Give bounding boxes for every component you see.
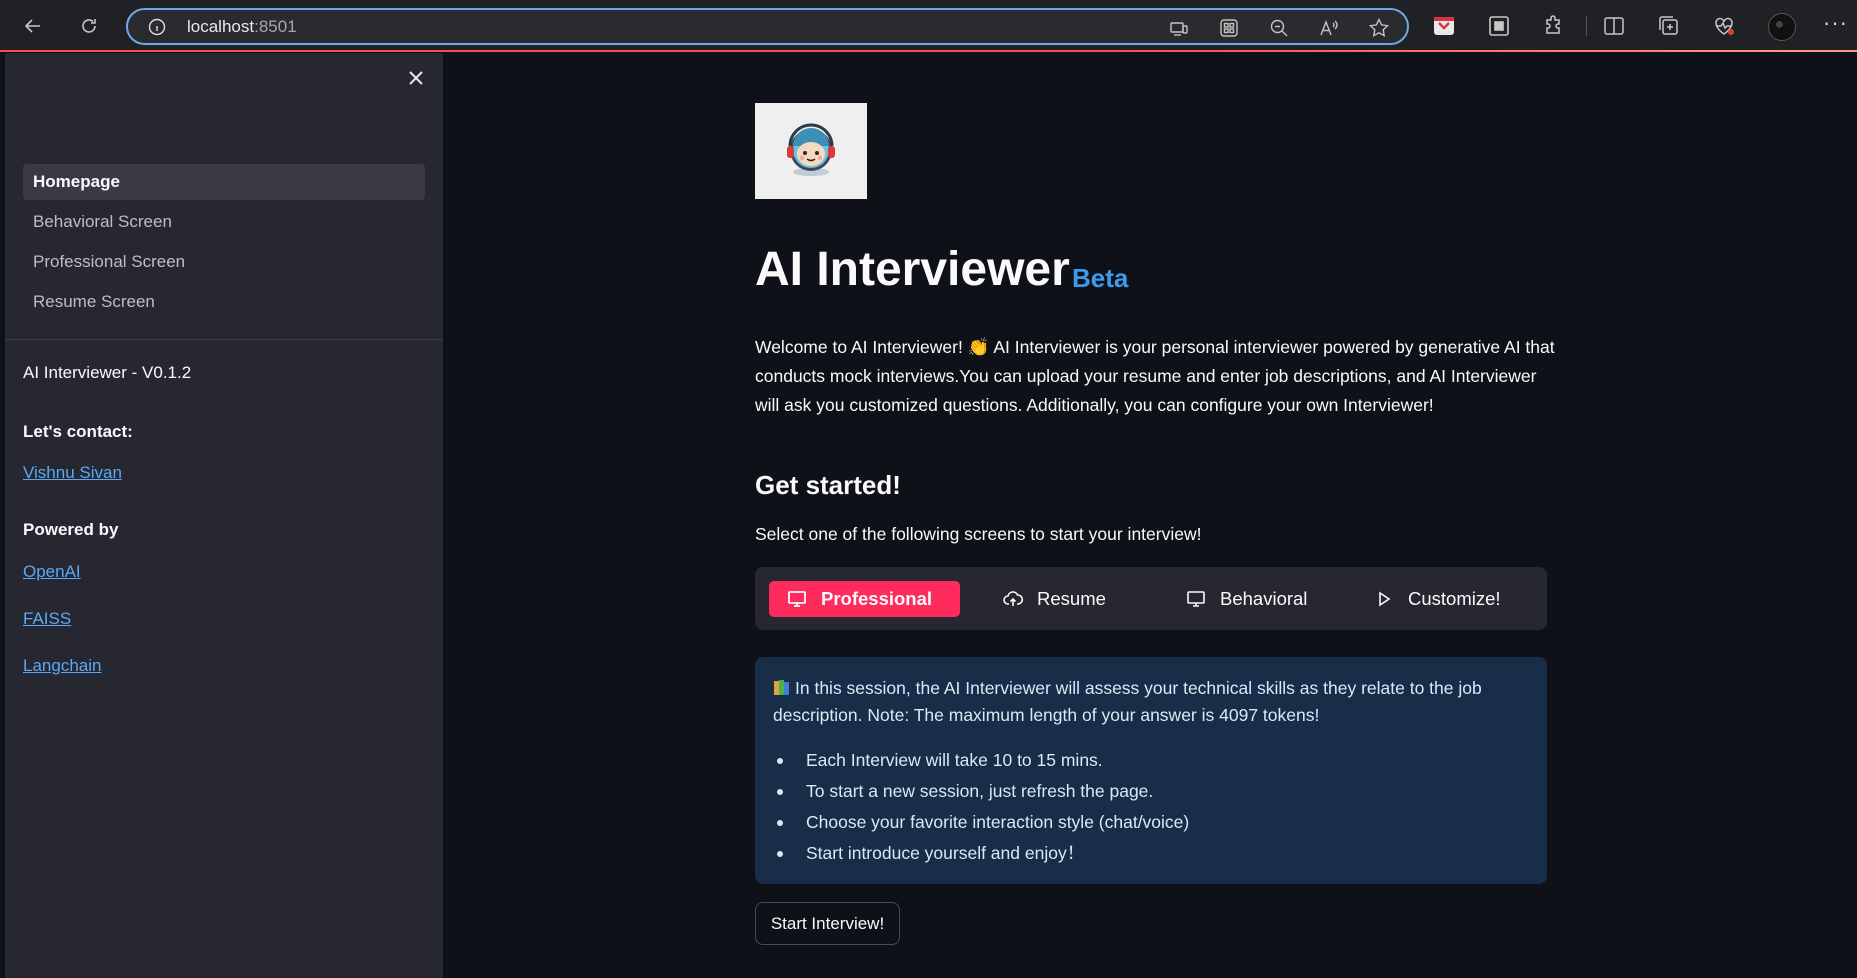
apps-grid-icon[interactable] xyxy=(1218,17,1240,39)
tab-professional-label: Professional xyxy=(821,588,933,609)
pocket-extension-icon[interactable] xyxy=(1432,14,1456,38)
session-info-text: In this session, the AI Interviewer will… xyxy=(773,675,1513,729)
cloud-upload-icon xyxy=(1003,591,1023,606)
sidebar: Homepage Behavioral Screen Professional … xyxy=(5,53,443,978)
zoom-out-icon[interactable] xyxy=(1268,17,1290,39)
books-icon xyxy=(774,680,789,695)
play-icon xyxy=(1379,591,1391,607)
sidebar-divider xyxy=(5,339,443,340)
session-info-paragraph: In this session, the AI Interviewer will… xyxy=(773,678,1482,725)
more-menu-icon[interactable]: ··· xyxy=(1823,10,1848,36)
tab-resume-label: Resume xyxy=(1037,588,1106,609)
tab-customize[interactable]: Customize! xyxy=(1374,581,1501,617)
tab-customize-label: Customize! xyxy=(1408,588,1501,609)
toolbar-divider xyxy=(1586,16,1587,36)
tab-behavioral-label: Behavioral xyxy=(1220,588,1308,609)
contact-link[interactable]: Vishnu Sivan xyxy=(23,463,122,483)
close-sidebar-icon[interactable] xyxy=(405,67,427,89)
favorite-star-icon[interactable] xyxy=(1368,17,1390,39)
extensions-puzzle-icon[interactable] xyxy=(1542,14,1566,38)
sidebar-item-homepage[interactable]: Homepage xyxy=(23,164,425,200)
monitor-icon xyxy=(1187,591,1205,607)
address-bar[interactable]: localhost:8501 xyxy=(126,8,1409,45)
tab-behavioral[interactable]: Behavioral xyxy=(1186,581,1307,617)
app-available-icon[interactable] xyxy=(1168,17,1190,39)
robot-headset-icon xyxy=(787,123,835,176)
page-title: AI Interviewer xyxy=(755,243,1070,296)
list-item: Start introduce yourself and enjoy！ xyxy=(773,838,1513,869)
openai-link[interactable]: OpenAI xyxy=(23,562,81,582)
start-interview-button[interactable]: Start Interview! xyxy=(755,902,900,945)
get-started-heading: Get started! xyxy=(755,470,901,500)
refresh-button[interactable] xyxy=(74,11,104,41)
sidebar-item-professional-screen[interactable]: Professional Screen xyxy=(23,244,425,280)
sidebar-item-resume-screen[interactable]: Resume Screen xyxy=(23,284,425,320)
list-item: Each Interview will take 10 to 15 mins. xyxy=(773,745,1513,776)
loading-accent-line xyxy=(0,50,1857,52)
sidebar-item-behavioral-screen[interactable]: Behavioral Screen xyxy=(23,204,425,240)
session-info-bullets: Each Interview will take 10 to 15 mins. … xyxy=(773,745,1513,869)
collections-icon[interactable] xyxy=(1657,14,1681,38)
interviewer-logo xyxy=(755,103,867,199)
session-info-box: In this session, the AI Interviewer will… xyxy=(755,657,1547,884)
select-screen-text: Select one of the following screens to s… xyxy=(755,524,1202,544)
back-button[interactable] xyxy=(18,11,48,41)
intro-paragraph: Welcome to AI Interviewer! 👏 AI Intervie… xyxy=(755,337,1555,415)
sidebar-nav: Homepage Behavioral Screen Professional … xyxy=(23,164,425,324)
list-item: To start a new session, just refresh the… xyxy=(773,776,1513,807)
monitor-icon xyxy=(788,591,806,607)
contact-heading: Let's contact: xyxy=(23,422,133,441)
tab-resume[interactable]: Resume xyxy=(1003,581,1106,617)
version-label: AI Interviewer - V0.1.2 xyxy=(23,363,192,382)
langchain-link[interactable]: Langchain xyxy=(23,656,101,676)
powered-by-heading: Powered by xyxy=(23,520,119,539)
profile-avatar[interactable] xyxy=(1768,13,1796,41)
browser-essentials-icon[interactable] xyxy=(1712,14,1736,38)
browser-toolbar: localhost:8501 ··· xyxy=(0,0,1857,52)
app-window: localhost:8501 ··· Homepage Behavioral S… xyxy=(0,0,1857,978)
beta-badge: Beta xyxy=(1072,263,1129,293)
tab-professional[interactable]: Professional xyxy=(769,581,960,617)
list-item: Choose your favorite interaction style (… xyxy=(773,807,1513,838)
split-screen-icon[interactable] xyxy=(1602,14,1626,38)
screen-tabs: Professional Resume Behavioral Customize… xyxy=(755,567,1547,630)
faiss-link[interactable]: FAISS xyxy=(23,609,71,629)
window-extension-icon[interactable] xyxy=(1487,14,1511,38)
url-text: localhost:8501 xyxy=(187,17,297,36)
site-info-icon[interactable] xyxy=(148,18,166,36)
read-aloud-icon[interactable] xyxy=(1318,17,1340,39)
